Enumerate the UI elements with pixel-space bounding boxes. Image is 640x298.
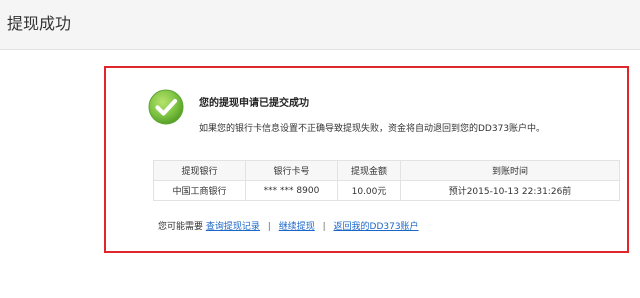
table-header-row: 提现银行 银行卡号 提现金额 到账时间	[153, 160, 620, 181]
header-bank: 提现银行	[153, 160, 246, 181]
return-account-link[interactable]: 返回我的DD373账户	[334, 222, 419, 232]
link-separator: |	[267, 222, 271, 232]
header-card-number: 银行卡号	[245, 160, 338, 181]
links-prefix: 您可能需要	[158, 222, 204, 232]
success-panel: 您的提现申请已提交成功 如果您的银行卡信息设置不正确导致提现失败，资金将自动退回…	[104, 66, 629, 253]
header-arrival-time: 到账时间	[400, 160, 620, 181]
continue-withdrawal-link[interactable]: 继续提现	[279, 222, 315, 232]
cell-card-number: *** *** 8900	[245, 180, 338, 201]
query-withdrawal-records-link[interactable]: 查询提现记录	[206, 222, 260, 232]
cell-arrival-time: 预计2015-10-13 22:31:26前	[400, 180, 620, 201]
withdrawal-table: 提现银行 银行卡号 提现金额 到账时间 中国工商银行 *** *** 8900 …	[153, 160, 620, 201]
success-description: 如果您的银行卡信息设置不正确导致提现失败，资金将自动退回到您的DD373账户中。	[199, 124, 546, 134]
header-bar: 提现成功	[0, 0, 640, 50]
success-title: 您的提现申请已提交成功	[199, 98, 309, 109]
cell-amount: 10.00元	[337, 180, 401, 201]
page-title: 提现成功	[7, 14, 72, 33]
header-amount: 提现金额	[337, 160, 401, 181]
next-steps-links: 您可能需要 查询提现记录 | 继续提现 | 返回我的DD373账户	[158, 219, 419, 232]
link-separator: |	[322, 222, 326, 232]
cell-bank: 中国工商银行	[153, 180, 246, 201]
check-circle-icon	[148, 89, 184, 125]
table-row: 中国工商银行 *** *** 8900 10.00元 预计2015-10-13 …	[153, 180, 620, 201]
